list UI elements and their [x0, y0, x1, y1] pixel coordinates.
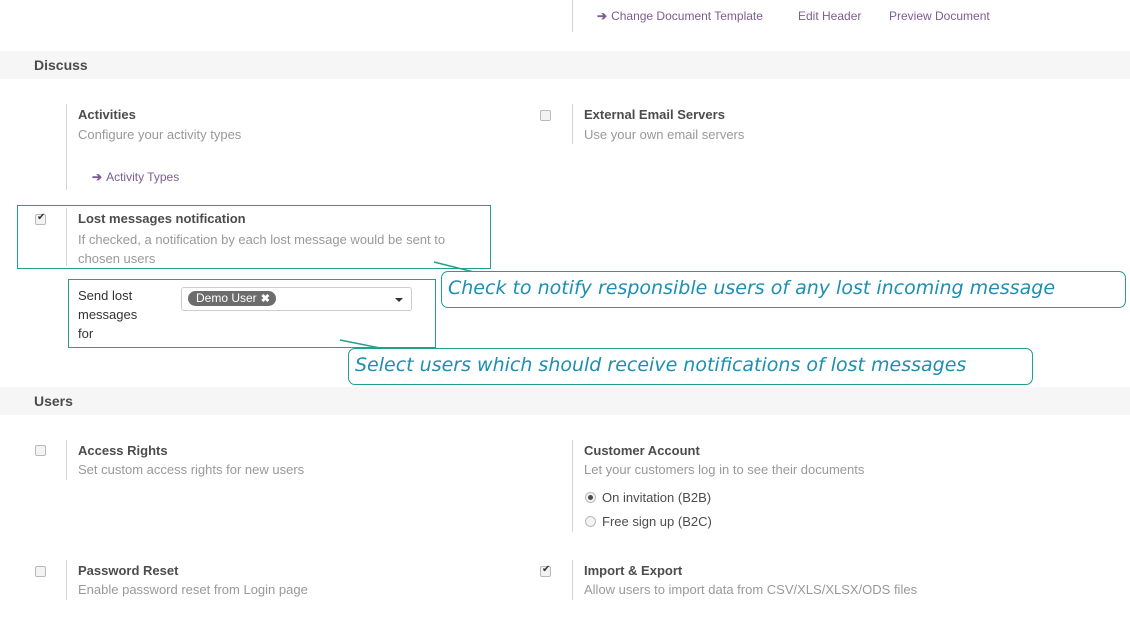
customer-account-title: Customer Account [584, 443, 700, 458]
edit-header-link[interactable]: Edit Header [798, 9, 861, 23]
import-export-desc: Allow users to import data from CSV/XLS/… [584, 582, 918, 597]
on-invitation-label[interactable]: On invitation (B2B) [602, 490, 711, 505]
top-divider [572, 0, 573, 32]
password-reset-title: Password Reset [78, 563, 179, 578]
import-export-checkbox[interactable] [540, 564, 551, 577]
external-email-desc: Use your own email servers [584, 127, 745, 142]
password-reset-divider [66, 560, 67, 600]
password-reset-desc: Enable password reset from Login page [78, 582, 308, 597]
change-document-template-link[interactable]: ➔ Change Document Template [597, 9, 763, 23]
customer-account-divider [572, 440, 573, 532]
notify-users-callout: Check to notify responsible users of any… [441, 271, 1126, 308]
users-section-bar [0, 387, 1130, 415]
external-email-checkbox[interactable] [540, 110, 551, 121]
users-section-title: Users [34, 393, 73, 409]
activities-divider [66, 104, 67, 190]
access-rights-desc: Set custom access rights for new users [78, 462, 305, 477]
customer-account-desc: Let your customers log in to see their d… [584, 462, 865, 477]
external-email-divider [572, 104, 573, 144]
activity-types-link[interactable]: ➔ Activity Types [92, 170, 179, 184]
arrow-right-icon: ➔ [597, 9, 608, 23]
discuss-section-bar [0, 51, 1130, 79]
on-invitation-radio[interactable] [585, 492, 596, 503]
free-signup-label[interactable]: Free sign up (B2C) [602, 514, 712, 529]
import-export-divider [572, 560, 573, 600]
access-rights-checkbox[interactable] [35, 445, 46, 456]
lost-messages-highlight [17, 205, 491, 269]
activities-title: Activities [78, 107, 136, 122]
activities-desc: Configure your activity types [78, 127, 242, 142]
import-export-title: Import & Export [584, 563, 683, 578]
password-reset-checkbox[interactable] [35, 566, 46, 577]
arrow-right-icon: ➔ [92, 170, 103, 184]
select-users-callout: Select users which should receive notifi… [348, 348, 1033, 385]
preview-document-link[interactable]: Preview Document [889, 9, 990, 23]
access-rights-title: Access Rights [78, 443, 168, 458]
access-rights-divider [66, 440, 67, 480]
discuss-section-title: Discuss [34, 57, 88, 73]
users-field-highlight [68, 279, 436, 348]
external-email-title: External Email Servers [584, 107, 725, 122]
free-signup-radio[interactable] [585, 516, 596, 527]
